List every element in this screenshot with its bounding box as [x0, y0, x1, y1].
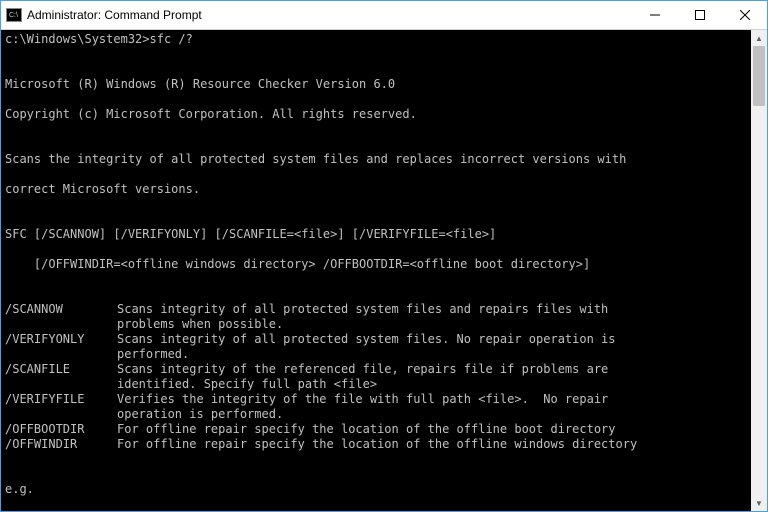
option-row: /SCANNOWScans integrity of all protected…: [5, 302, 747, 332]
command-prompt-window: C:\ Administrator: Command Prompt c:\Win…: [0, 0, 768, 512]
output-line: Copyright (c) Microsoft Corporation. All…: [5, 107, 747, 122]
cmd-icon: C:\: [6, 8, 22, 22]
output-line: Scans the integrity of all protected sys…: [5, 152, 747, 167]
prompt-line: c:\Windows\System32>sfc /?: [5, 32, 747, 47]
window-title: Administrator: Command Prompt: [27, 8, 632, 22]
output-line: [/OFFWINDIR=<offline windows directory> …: [5, 257, 747, 272]
option-name: /VERIFYFILE: [5, 392, 117, 422]
scroll-down-arrow-icon[interactable]: ▼: [751, 495, 767, 511]
option-desc: Scans integrity of all protected system …: [117, 332, 616, 362]
option-desc: For offline repair specify the location …: [117, 422, 616, 437]
output-line: SFC [/SCANNOW] [/VERIFYONLY] [/SCANFILE=…: [5, 227, 747, 242]
titlebar[interactable]: C:\ Administrator: Command Prompt: [1, 1, 767, 30]
option-desc: For offline repair specify the location …: [117, 437, 637, 452]
maximize-button[interactable]: [677, 1, 722, 29]
window-controls: [632, 1, 767, 29]
option-name: /SCANNOW: [5, 302, 117, 332]
option-desc: Scans integrity of all protected system …: [117, 302, 608, 332]
option-name: /OFFWINDIR: [5, 437, 117, 452]
vertical-scrollbar[interactable]: ▲ ▼: [751, 30, 767, 511]
console-output[interactable]: c:\Windows\System32>sfc /? Microsoft (R)…: [1, 30, 751, 511]
output-line: e.g.: [5, 482, 747, 497]
window-icon-wrap: C:\: [1, 8, 27, 22]
option-name: /OFFBOOTDIR: [5, 422, 117, 437]
option-desc: Verifies the integrity of the file with …: [117, 392, 608, 422]
option-row: /OFFBOOTDIRFor offline repair specify th…: [5, 422, 747, 437]
option-name: /VERIFYONLY: [5, 332, 117, 362]
option-desc: Scans integrity of the referenced file, …: [117, 362, 608, 392]
option-row: /VERIFYFILEVerifies the integrity of the…: [5, 392, 747, 422]
console-area: c:\Windows\System32>sfc /? Microsoft (R)…: [1, 30, 767, 511]
scroll-up-arrow-icon[interactable]: ▲: [751, 30, 767, 46]
close-button[interactable]: [722, 1, 767, 29]
option-row: /VERIFYONLYScans integrity of all protec…: [5, 332, 747, 362]
option-name: /SCANFILE: [5, 362, 117, 392]
scrollbar-thumb[interactable]: [753, 46, 765, 106]
option-row: /SCANFILEScans integrity of the referenc…: [5, 362, 747, 392]
output-line: correct Microsoft versions.: [5, 182, 747, 197]
minimize-button[interactable]: [632, 1, 677, 29]
output-line: Microsoft (R) Windows (R) Resource Check…: [5, 77, 747, 92]
option-row: /OFFWINDIRFor offline repair specify the…: [5, 437, 747, 452]
